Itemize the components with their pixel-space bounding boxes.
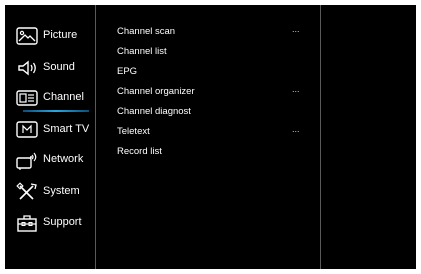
sidebar-item-sound[interactable]: Sound bbox=[5, 54, 95, 82]
empty-detail-panel bbox=[321, 5, 416, 269]
active-indicator bbox=[23, 110, 89, 112]
submenu-item-label: Channel scan bbox=[117, 26, 176, 37]
submenu-item-channel-list[interactable]: Channel list bbox=[95, 42, 320, 62]
sidebar-item-channel[interactable]: Channel bbox=[5, 84, 95, 112]
more-indicator: ... bbox=[292, 84, 300, 94]
submenu-item-label: Channel list bbox=[117, 46, 167, 57]
submenu-item-label: Teletext bbox=[117, 126, 150, 137]
channel-submenu: Channel scan ... Channel list EPG Channe… bbox=[95, 5, 320, 269]
submenu-item-label: Channel diagnost bbox=[117, 106, 191, 117]
channel-icon bbox=[15, 88, 39, 108]
tv-menu-screen: Picture Sound Channel Smart TV Network S… bbox=[5, 5, 416, 269]
sidebar-item-label: Network bbox=[43, 153, 84, 165]
sidebar-item-label: Channel bbox=[43, 91, 84, 103]
more-indicator: ... bbox=[292, 124, 300, 134]
submenu-item-channel-scan[interactable]: Channel scan ... bbox=[95, 22, 320, 42]
submenu-item-label: Channel organizer bbox=[117, 86, 195, 97]
smart-tv-icon bbox=[15, 120, 39, 140]
submenu-item-channel-organizer[interactable]: Channel organizer ... bbox=[95, 82, 320, 102]
tools-icon bbox=[15, 182, 39, 202]
network-icon bbox=[15, 150, 39, 170]
sidebar-item-support[interactable]: Support bbox=[5, 209, 95, 237]
sidebar-item-label: System bbox=[43, 185, 80, 197]
submenu-item-teletext[interactable]: Teletext ... bbox=[95, 122, 320, 142]
sidebar-item-label: Picture bbox=[43, 29, 78, 41]
submenu-item-channel-diagnost[interactable]: Channel diagnost bbox=[95, 102, 320, 122]
sidebar: Picture Sound Channel Smart TV Network S… bbox=[5, 5, 95, 269]
sidebar-item-smart-tv[interactable]: Smart TV bbox=[5, 116, 95, 144]
submenu-item-record-list[interactable]: Record list bbox=[95, 142, 320, 162]
submenu-item-label: EPG bbox=[117, 66, 138, 77]
sidebar-item-picture[interactable]: Picture bbox=[5, 22, 95, 50]
speaker-icon bbox=[15, 58, 39, 78]
sidebar-item-network[interactable]: Network bbox=[5, 146, 95, 174]
submenu-item-label: Record list bbox=[117, 146, 162, 157]
sidebar-item-system[interactable]: System bbox=[5, 178, 95, 206]
sidebar-item-label: Sound bbox=[43, 61, 75, 73]
submenu-item-epg[interactable]: EPG bbox=[95, 62, 320, 82]
sidebar-item-label: Smart TV bbox=[43, 123, 90, 135]
sidebar-item-label: Support bbox=[43, 216, 82, 228]
picture-icon bbox=[15, 26, 39, 46]
more-indicator: ... bbox=[292, 24, 300, 34]
toolbox-icon bbox=[15, 213, 39, 233]
